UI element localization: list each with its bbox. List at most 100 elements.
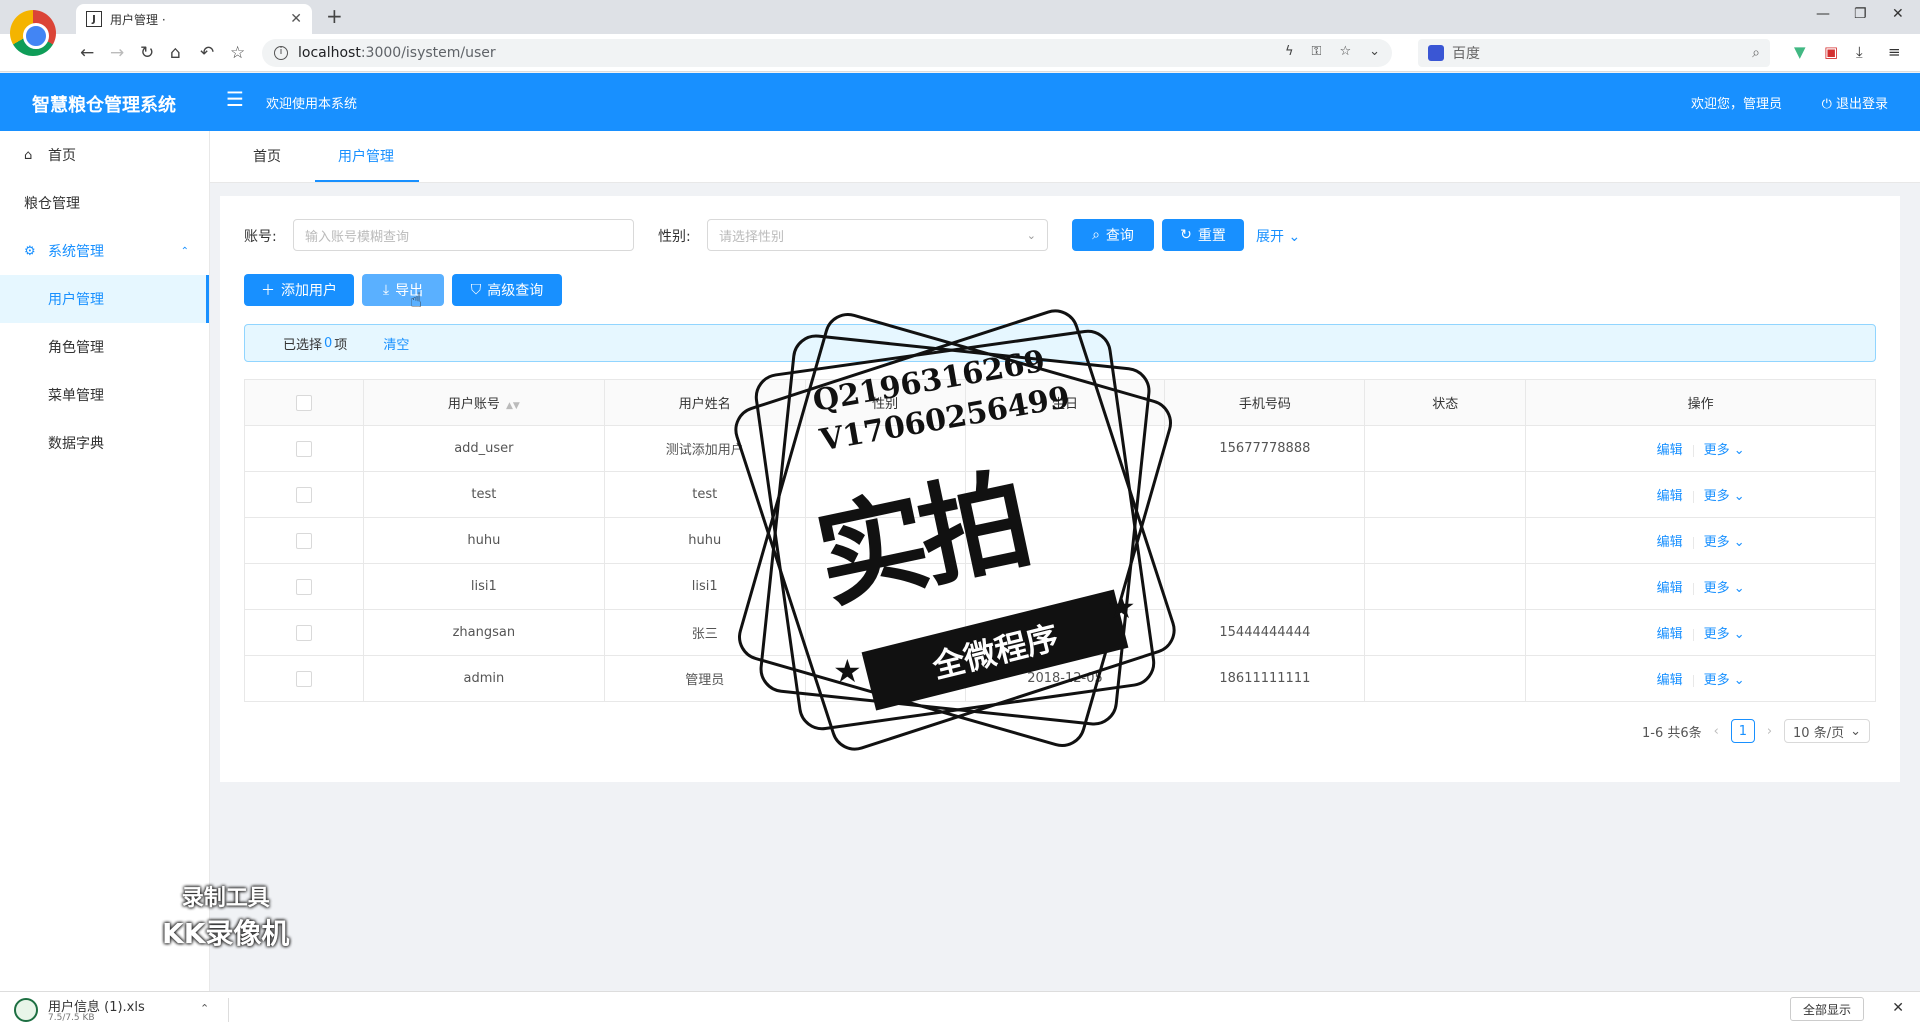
address-bar[interactable]: i localhost :3000/isystem/user ϟ ⚿ ☆ ⌄ [262,39,1392,67]
show-all-button[interactable]: 全部显示 [1789,997,1864,1021]
search-icon[interactable]: ⌕ [1752,45,1760,61]
more-link[interactable]: 更多 ⌄ [1704,535,1745,550]
cell-status [1364,563,1527,610]
more-link[interactable]: 更多 ⌄ [1704,443,1745,458]
row-checkbox[interactable] [295,624,312,641]
edit-link[interactable]: 编辑 [1657,489,1683,504]
more-link[interactable]: 更多 ⌄ [1704,627,1745,642]
page-button[interactable]: 1 [1730,719,1755,743]
row-checkbox[interactable] [295,440,312,457]
close-icon[interactable]: ✕ [1892,1000,1904,1016]
table-header-row: 用户账号 ▲▼ 用户姓名 性别 生日 手机号码 状态 操作 [244,379,1876,426]
clear-selection-link[interactable]: 清空 [383,334,409,353]
more-link[interactable]: 更多 ⌄ [1704,581,1745,596]
site-info-icon[interactable]: i [274,46,288,60]
advanced-query-button[interactable]: ⛉ 高级查询 [452,274,562,306]
sidebar: ⌂ 首页 粮仓管理 ⚙ 系统管理 ⌃ 用户管理 角色管理 菜单管理 数据字典 [0,131,210,991]
home-icon[interactable]: ⌂ [170,43,181,63]
sidebar-item-users[interactable]: 用户管理 [0,275,209,323]
undo-icon[interactable]: ↶ [200,43,214,63]
pdf-extension-icon[interactable]: ▣ [1824,43,1838,61]
menu-toggle-icon[interactable]: ☰ [226,87,244,111]
prev-page-icon[interactable]: ‹ [1714,724,1719,739]
more-link[interactable]: 更多 ⌄ [1704,673,1745,688]
hand-cursor-icon: ☝ [410,288,423,312]
cell-gender [804,517,966,564]
account-placeholder: 输入账号模糊查询 [305,229,410,245]
sidebar-item-granary[interactable]: 粮仓管理 [0,179,209,227]
cell-account: add_user [362,425,605,472]
sidebar-item-dictionary[interactable]: 数据字典 [0,419,209,467]
table-row: add_user 测试添加用户 15677778888 编辑 更多 ⌄ [244,425,1876,472]
sidebar-item-label: 系统管理 [48,244,104,260]
cell-phone [1164,563,1366,610]
more-link[interactable]: 更多 ⌄ [1704,489,1745,504]
next-page-icon[interactable]: › [1767,724,1772,739]
cell-gender [804,609,966,656]
sidebar-item-home[interactable]: ⌂ 首页 [0,131,209,179]
bookmark-star-icon[interactable]: ☆ [230,43,245,63]
sidebar-item-menus[interactable]: 菜单管理 [0,371,209,419]
star-icon[interactable]: ☆ [1339,44,1351,59]
dropdown-icon[interactable]: ⌄ [1369,44,1380,59]
add-user-button[interactable]: ＋ 添加用户 [244,274,354,306]
new-tab-icon[interactable]: + [326,4,343,28]
download-icon[interactable]: ⤓ [1856,43,1863,61]
tab-close-icon[interactable]: ✕ [290,11,302,27]
cell-name: 测试添加用户 [603,425,806,472]
chevron-down-icon: ⌄ [1288,229,1301,245]
search-engine-box[interactable]: 百度 ⌕ [1418,39,1770,67]
tab-home[interactable]: 首页 [253,146,281,166]
query-button[interactable]: ⌕ 查询 [1072,219,1154,251]
account-search-input[interactable]: 输入账号模糊查询 [293,219,634,251]
edit-link[interactable]: 编辑 [1657,581,1683,596]
home-icon: ⌂ [24,147,33,163]
reload-icon[interactable]: ↻ [140,43,154,63]
reset-button[interactable]: ↻ 重置 [1162,219,1244,251]
row-select-cell [244,471,364,518]
query-label: 查询 [1105,228,1134,244]
menu-icon[interactable]: ≡ [1888,43,1901,61]
edit-link[interactable]: 编辑 [1657,443,1683,458]
chevron-up-icon[interactable]: ⌃ [200,1002,209,1015]
lightning-icon[interactable]: ϟ [1285,44,1294,59]
gender-select[interactable]: 请选择性别 ⌄ [707,219,1048,251]
cell-name: test [603,471,806,518]
column-header[interactable]: 用户账号 ▲▼ [362,379,605,426]
table-row: admin 管理员 2018-12-05 18611111111 编辑 更多 ⌄ [244,655,1876,702]
minimize-icon[interactable]: — [1816,6,1830,22]
row-checkbox[interactable] [295,670,312,687]
sidebar-item-roles[interactable]: 角色管理 [0,323,209,371]
page-size-select[interactable]: 10 条/页 ⌄ [1784,719,1870,743]
window-close-icon[interactable]: ✕ [1892,6,1904,22]
sort-icon[interactable]: ▲▼ [506,401,520,411]
search-icon: ⌕ [1092,227,1100,243]
sidebar-item-system[interactable]: ⚙ 系统管理 ⌃ [0,227,209,275]
chevron-down-icon: ⌄ [1733,443,1745,458]
reset-label: 重置 [1197,228,1226,244]
sidebar-item-label: 菜单管理 [48,388,104,404]
forward-icon[interactable]: → [110,43,124,63]
column-header-label: 用户账号 [447,397,500,412]
row-checkbox[interactable] [295,486,312,503]
edit-link[interactable]: 编辑 [1657,673,1683,688]
expand-label: 展开 [1256,229,1284,245]
row-select-cell [244,425,364,472]
tab-user-management[interactable]: 用户管理 [338,146,394,166]
browser-tab[interactable]: J 用户管理 · ✕ [76,4,312,34]
restore-icon[interactable]: ❐ [1854,6,1867,22]
vue-devtools-icon[interactable]: ▼ [1794,43,1806,61]
key-icon[interactable]: ⚿ [1312,44,1322,59]
edit-link[interactable]: 编辑 [1657,535,1683,550]
select-all-checkbox[interactable] [295,394,312,411]
export-button[interactable]: ⤓ 导出 [362,274,444,306]
cell-name: 张三 [603,609,806,656]
logout-button[interactable]: ⏻ 退出登录 [1822,93,1888,112]
row-checkbox[interactable] [295,532,312,549]
tab-favicon-icon: J [86,11,102,27]
expand-link[interactable]: 展开 ⌄ [1256,226,1300,246]
back-icon[interactable]: ← [80,43,94,63]
edit-link[interactable]: 编辑 [1657,627,1683,642]
row-checkbox[interactable] [295,578,312,595]
row-select-cell [244,563,364,610]
